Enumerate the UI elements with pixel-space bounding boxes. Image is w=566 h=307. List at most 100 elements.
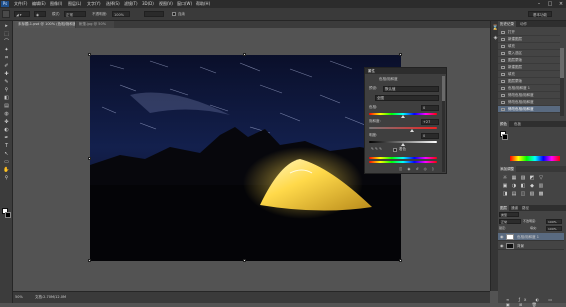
menu-file[interactable]: 文件(F) (14, 1, 27, 7)
history-item[interactable]: 打开 (498, 29, 560, 36)
canvas-image[interactable] (90, 55, 401, 261)
history-item[interactable]: 填充 (498, 43, 560, 50)
marquee-tool-icon[interactable]: ⬚ (3, 31, 10, 37)
zoom-level[interactable]: 50% (15, 294, 23, 300)
hand-tool-icon[interactable]: ✋ (3, 167, 10, 173)
adjustment-icon[interactable]: ▨ (520, 175, 526, 181)
eyedropper-tool-icon[interactable]: ✐ (3, 63, 10, 69)
colorize-checkbox[interactable] (393, 148, 397, 152)
adjustment-icon[interactable]: ◧ (520, 183, 526, 189)
tab-paths[interactable]: 路径 (520, 205, 531, 211)
eyedropper-icon[interactable]: ✎ ✎ ✎ (371, 147, 382, 152)
transform-handle[interactable] (399, 53, 402, 56)
tool-preset-icon[interactable] (2, 10, 10, 18)
color-panel-background[interactable] (502, 134, 508, 140)
transform-handle[interactable] (88, 157, 91, 160)
hue-value-field[interactable]: 0 (421, 105, 439, 111)
brush-size-field[interactable]: ◉ (34, 11, 46, 17)
layer-opacity-field[interactable]: 100% (546, 219, 562, 224)
tab-color[interactable]: 颜色 (498, 121, 509, 127)
history-scrollbar[interactable] (560, 48, 564, 116)
saturation-slider-knob[interactable] (409, 129, 414, 132)
eye-icon[interactable]: ◉ (500, 242, 504, 250)
transform-handle[interactable] (88, 259, 91, 262)
color-spectrum[interactable] (510, 156, 560, 161)
blur-tool-icon[interactable]: ✤ (3, 119, 10, 125)
channel-select[interactable]: 全图 (375, 95, 439, 101)
adjustment-icon[interactable]: ▣ (502, 183, 508, 189)
layer-fill-field[interactable]: 100% (546, 226, 562, 231)
layer-kind-filter[interactable]: 类型 (499, 212, 519, 217)
layer-blend-mode[interactable]: 正常 (499, 219, 521, 224)
menu-help[interactable]: 帮助(H) (196, 1, 210, 7)
history-brush-tool-icon[interactable]: ◧ (3, 95, 10, 101)
saturation-slider[interactable] (369, 127, 437, 129)
menu-window[interactable]: 窗口(W) (177, 1, 192, 7)
history-item[interactable]: 图层蒙版 (498, 57, 560, 64)
close-icon[interactable]: × (558, 1, 564, 7)
adjustment-icon[interactable]: ◫ (520, 191, 526, 197)
history-item[interactable]: 修改色相/饱和度 (498, 106, 560, 113)
opacity-field[interactable]: 100% (112, 11, 130, 17)
menu-layer[interactable]: 图层(L) (68, 1, 81, 7)
layer-footer-icons[interactable]: ∞ ƒx ◐ ▭ ▣ ⊞ 🗑 (506, 297, 566, 307)
adjustment-icon[interactable]: ▥ (538, 183, 544, 189)
tab-document-2[interactable]: 帐篷.jpg @ 50% (76, 21, 114, 28)
tab-history[interactable]: 历史记录 (498, 21, 516, 27)
tab-document-1[interactable]: 未标题-1.psd @ 100% (色相/饱和度 1, 图层蒙版/8) * (15, 21, 75, 28)
stamp-tool-icon[interactable]: ⚲ (3, 87, 10, 93)
adjustment-icon[interactable]: ◩ (529, 175, 535, 181)
eraser-tool-icon[interactable]: ▤ (3, 103, 10, 109)
brush-preset-picker[interactable]: ◢ ▾ (14, 11, 30, 17)
contiguous-checkbox[interactable] (172, 12, 176, 16)
document-info[interactable]: 文档:2.70M/12.0M (35, 294, 66, 300)
transform-handle[interactable] (243, 53, 246, 56)
adjustment-icon[interactable]: ▽ (538, 175, 544, 181)
transform-handle[interactable] (399, 259, 402, 262)
pen-tool-icon[interactable]: ✒ (3, 135, 10, 141)
menu-view[interactable]: 视图(V) (159, 1, 173, 7)
brush-tool-icon[interactable]: ✎ (3, 79, 10, 85)
zoom-tool-icon[interactable]: ⚲ (3, 175, 10, 181)
history-item[interactable]: 填充 (498, 71, 560, 78)
dodge-tool-icon[interactable]: ◐ (3, 127, 10, 133)
tab-channels[interactable]: 通道 (509, 205, 520, 211)
properties-scrollbar[interactable] (442, 76, 445, 172)
menu-edit[interactable]: 编辑(E) (32, 1, 46, 7)
preset-select[interactable]: 默认值 (383, 86, 439, 92)
transform-handle[interactable] (88, 53, 91, 56)
tab-swatches[interactable]: 色板 (512, 121, 523, 127)
hue-slider-knob[interactable] (401, 115, 405, 118)
history-item[interactable]: 载入选区 (498, 50, 560, 57)
history-item[interactable]: 新建图层 (498, 64, 560, 71)
adjustment-icon[interactable]: ▦ (511, 175, 517, 181)
tab-actions[interactable]: 动作 (518, 21, 529, 27)
transform-handle[interactable] (243, 259, 246, 262)
adjustment-icon[interactable]: ▩ (538, 191, 544, 197)
shape-tool-icon[interactable]: ▭ (3, 159, 10, 165)
lightness-slider-knob[interactable] (401, 143, 405, 146)
path-select-tool-icon[interactable]: ↖ (3, 151, 10, 157)
history-item[interactable]: 图层蒙版 (498, 78, 560, 85)
history-item[interactable]: 修改色相/饱和度 (498, 92, 560, 99)
eye-icon[interactable]: ◉ (500, 233, 504, 241)
quick-select-tool-icon[interactable]: ✦ (3, 47, 10, 53)
adjustment-icon[interactable]: ◆ (529, 183, 535, 189)
adjustment-icon[interactable]: ◨ (502, 191, 508, 197)
menu-select[interactable]: 选择(S) (106, 1, 120, 7)
lightness-value-field[interactable]: 0 (421, 133, 439, 139)
move-tool-icon[interactable]: ▸ (3, 23, 10, 29)
workspace-switcher[interactable]: 基本功能 (528, 11, 552, 17)
saturation-value-field[interactable]: +27 (421, 119, 439, 125)
gradient-tool-icon[interactable]: ◍ (3, 111, 10, 117)
close-icon[interactable]: × (368, 68, 444, 74)
healing-tool-icon[interactable]: ✚ (3, 71, 10, 77)
menu-3d[interactable]: 3D(D) (142, 1, 154, 7)
properties-footer-icons[interactable]: ◫ ◉ ↺ ◎ ▯ (399, 167, 436, 172)
lasso-tool-icon[interactable]: ⌒ (3, 39, 10, 45)
menu-filter[interactable]: 滤镜(T) (124, 1, 138, 7)
tolerance-field[interactable] (144, 11, 164, 17)
menu-image[interactable]: 图像(I) (50, 1, 62, 7)
properties-header[interactable]: 属性 × (365, 68, 446, 74)
maximize-icon[interactable]: □ (547, 1, 553, 7)
